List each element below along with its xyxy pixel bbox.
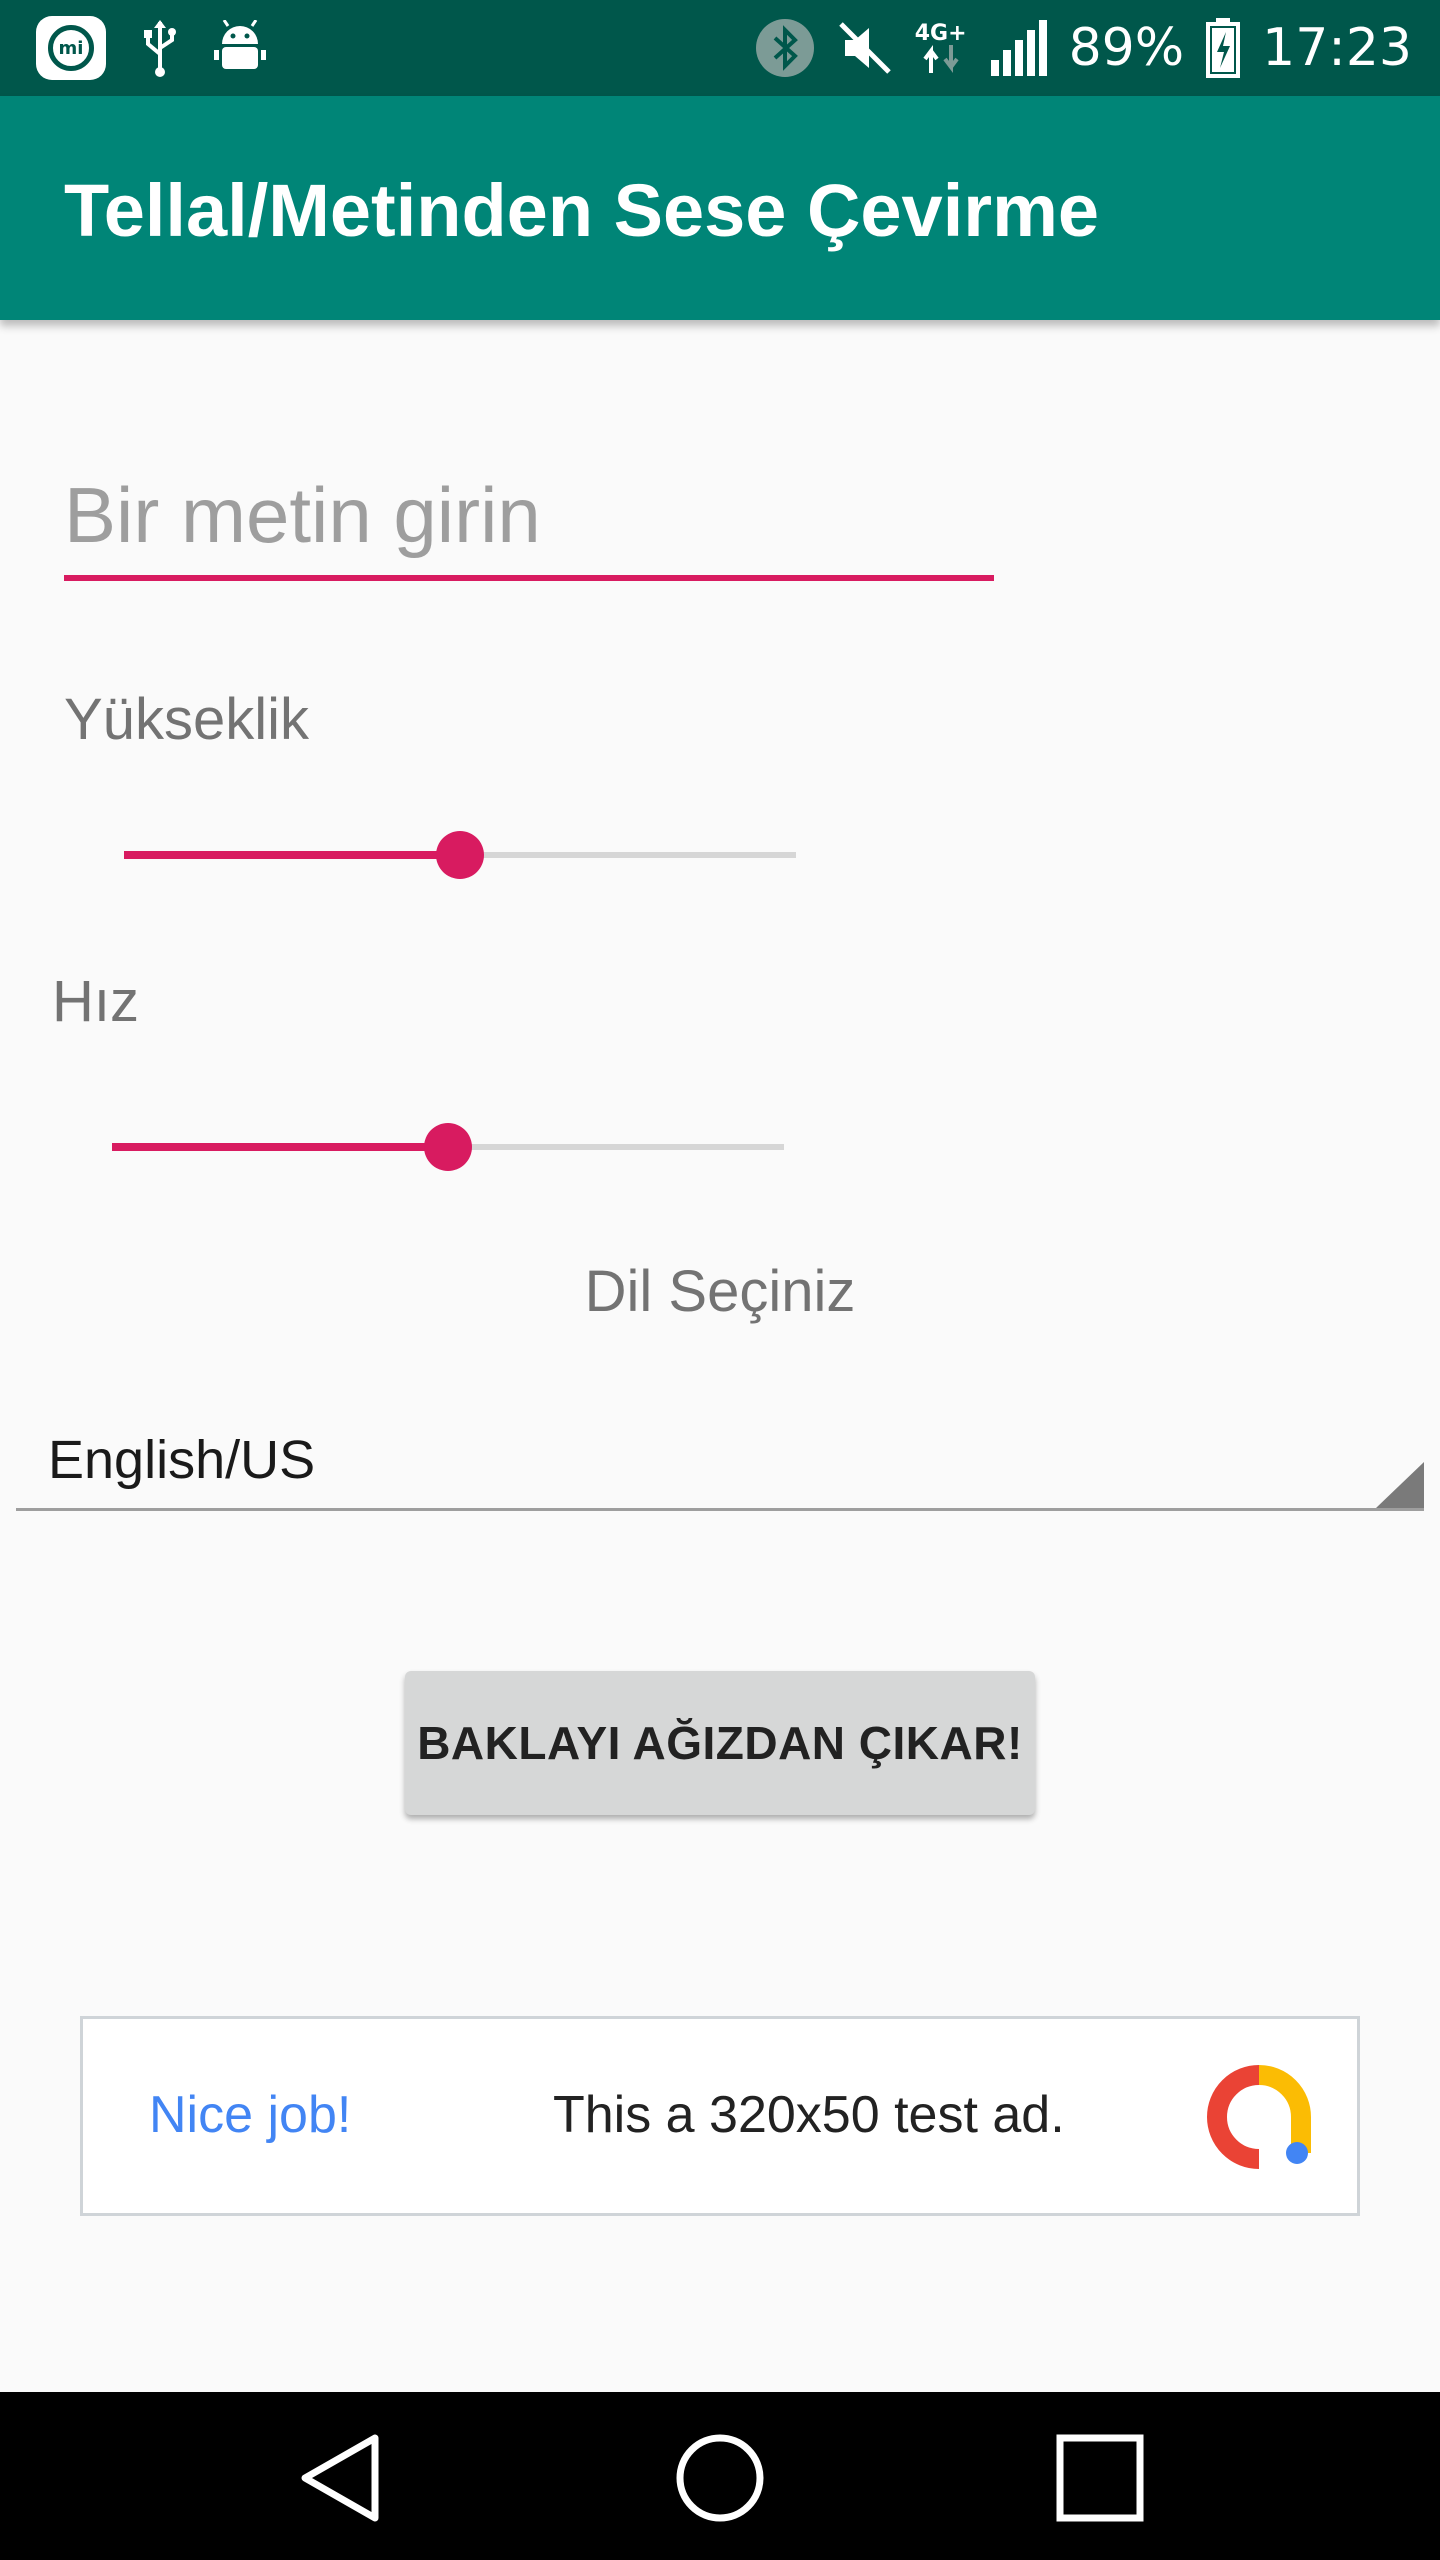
language-label: Dil Seçiniz — [584, 1259, 856, 1324]
dropdown-arrow-icon — [1376, 1462, 1424, 1508]
status-bar-left: mi — [36, 16, 266, 80]
home-button[interactable] — [670, 2428, 770, 2528]
ad-logo-icon — [1207, 2065, 1311, 2169]
pitch-slider-thumb[interactable] — [436, 831, 484, 879]
mi-icon: mi — [36, 16, 106, 80]
text-input[interactable] — [64, 455, 994, 581]
pitch-slider-fill — [124, 851, 460, 859]
pitch-slider[interactable] — [124, 825, 796, 885]
home-icon — [676, 2434, 764, 2522]
app-bar: Tellal/Metinden Sese Çevirme — [0, 96, 1440, 320]
ad-banner[interactable]: Nice job! This a 320x50 test ad. — [80, 2016, 1360, 2216]
signal-icon — [990, 20, 1047, 76]
network-icon: 4G+ — [915, 23, 967, 73]
bluetooth-icon — [755, 19, 814, 77]
speed-slider-thumb[interactable] — [424, 1123, 472, 1171]
ad-nice-text: Nice job! — [149, 2086, 352, 2144]
language-spinner-value: English/US — [48, 1430, 316, 1490]
network-label: 4G+ — [914, 21, 967, 46]
back-icon — [301, 2434, 379, 2522]
usb-icon — [144, 20, 176, 77]
mute-icon — [838, 22, 891, 74]
pitch-label: Yükseklik — [64, 687, 309, 752]
app-title: Tellal/Metinden Sese Çevirme — [64, 169, 1100, 252]
clock: 17:23 — [1262, 18, 1412, 78]
status-bar-right: 4G+ 89% 17:23 — [733, 12, 1412, 84]
language-spinner[interactable]: English/US — [16, 1405, 1424, 1511]
speed-slider[interactable] — [112, 1117, 784, 1177]
recents-button[interactable] — [1050, 2428, 1150, 2528]
speed-label: Hız — [52, 969, 139, 1034]
nav-bar — [0, 2392, 1440, 2560]
status-bar: mi 4G+ 89% 17:23 — [0, 0, 1440, 96]
recents-icon — [1056, 2434, 1144, 2522]
battery-charging-icon — [1206, 18, 1241, 78]
back-button[interactable] — [290, 2428, 390, 2528]
speak-button[interactable]: BAKLAYI AĞIZDAN ÇIKAR! — [405, 1671, 1035, 1815]
battery-percent: 89% — [1068, 18, 1185, 78]
android-debug-icon — [214, 20, 266, 69]
speed-slider-fill — [112, 1143, 448, 1151]
ad-text: This a 320x50 test ad. — [553, 2086, 1065, 2144]
